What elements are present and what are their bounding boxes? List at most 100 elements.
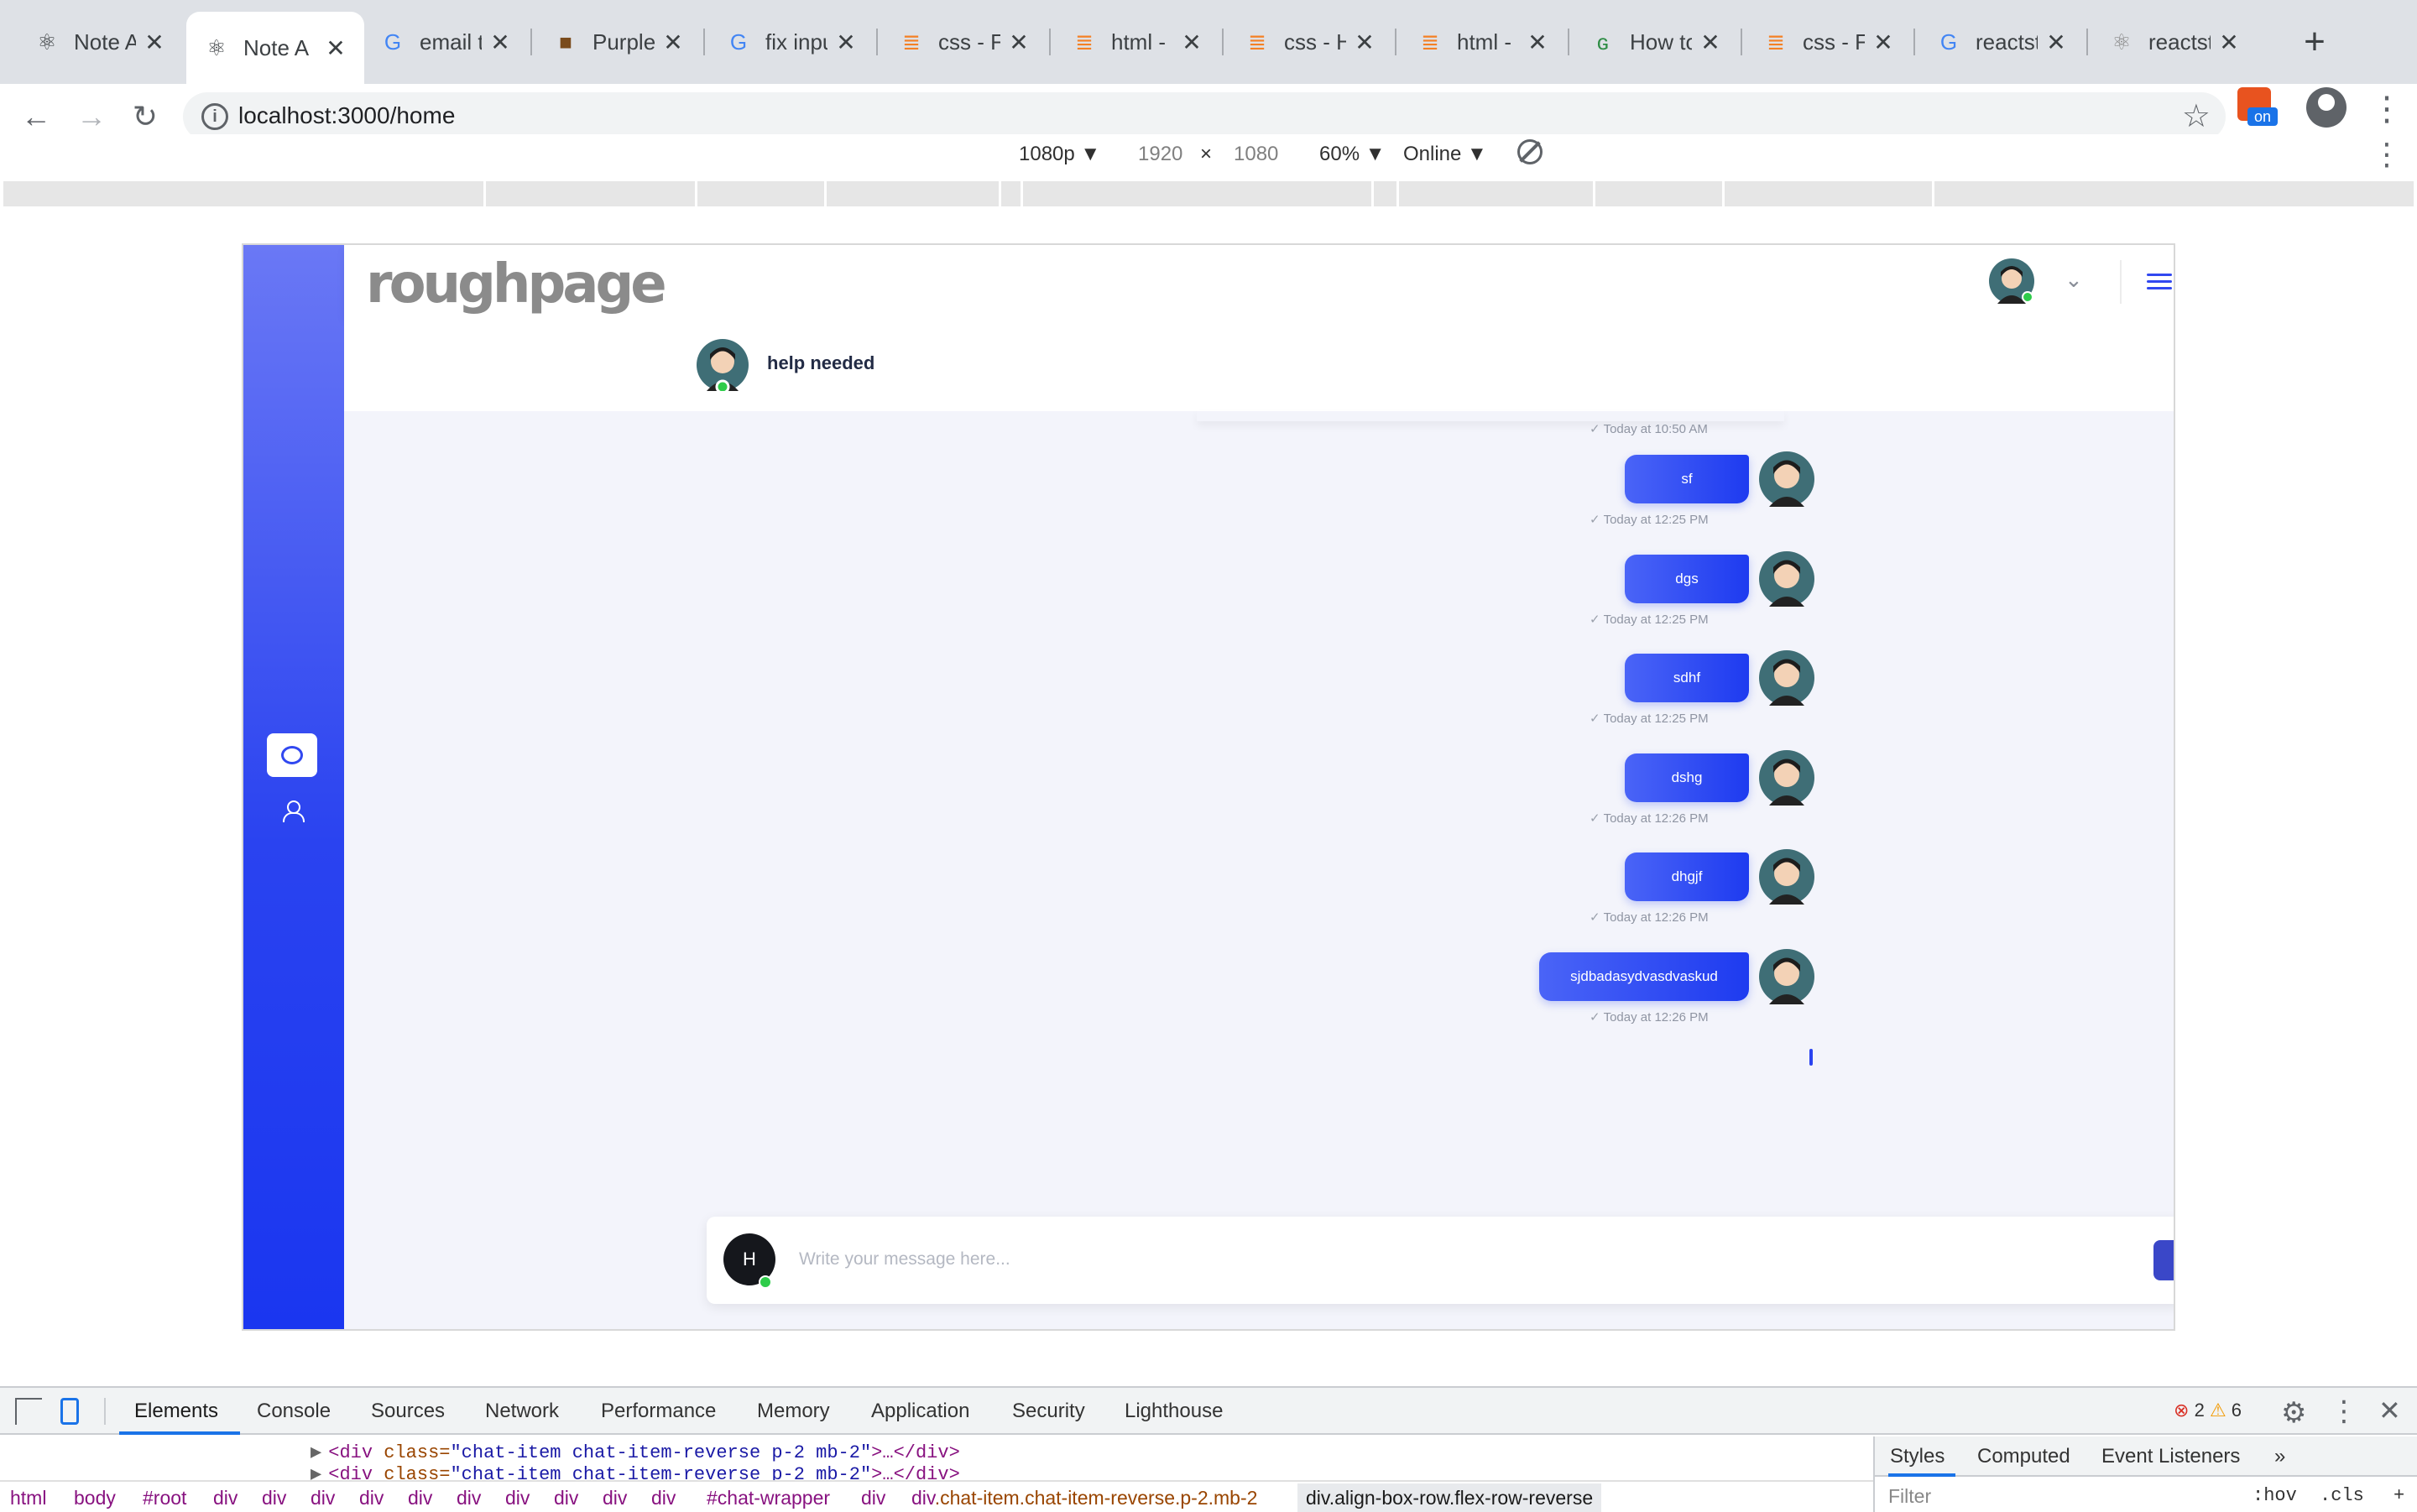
devtools-tab-network[interactable]: Network (485, 1400, 559, 1423)
browser-tab[interactable]: ≣ html - ✕ (1054, 12, 1220, 72)
device-height-input[interactable]: 1080 (1234, 143, 1278, 166)
network-throttle-select[interactable]: Online ▼ (1403, 143, 1487, 166)
device-zoom-select[interactable]: 60% ▼ (1319, 143, 1385, 166)
breadcrumb-item[interactable]: div (359, 1487, 384, 1509)
sidebar-profile-button[interactable] (267, 789, 317, 832)
message-bubble[interactable]: sdhf (1625, 654, 1749, 702)
breadcrumb-item[interactable]: div (262, 1487, 286, 1509)
devtools-tab-application[interactable]: Application (871, 1400, 969, 1423)
breadcrumb-item[interactable]: div (505, 1487, 530, 1509)
site-info-icon[interactable]: i (201, 103, 228, 130)
breadcrumb-item[interactable]: body (74, 1487, 116, 1509)
close-tab-icon[interactable]: ✕ (488, 29, 512, 56)
address-bar-url[interactable]: localhost:3000/home (238, 102, 455, 129)
new-tab-button[interactable]: + (2291, 18, 2338, 65)
message-avatar[interactable] (1759, 650, 1814, 706)
media-query-ruler[interactable] (3, 181, 2414, 206)
hamburger-menu-icon[interactable] (2147, 274, 2172, 290)
browser-tab[interactable]: Gfix inpu ✕ (708, 12, 874, 72)
close-tab-icon[interactable]: ✕ (324, 34, 347, 62)
tab-event-listeners[interactable]: Event Listeners (2101, 1445, 2240, 1468)
devtools-settings-gear-icon[interactable]: ⚙ (2281, 1396, 2306, 1430)
browser-tab[interactable]: ɢ How to ✕ (1573, 12, 1739, 72)
cls-toggle[interactable]: .cls (2320, 1485, 2364, 1506)
device-toolbar-menu-icon[interactable]: ⋮ (2372, 136, 2402, 173)
devtools-tab-security[interactable]: Security (1012, 1400, 1085, 1423)
devtools-close-icon[interactable]: ✕ (2378, 1395, 2401, 1426)
close-tab-icon[interactable]: ✕ (834, 29, 858, 56)
close-tab-icon[interactable]: ✕ (1353, 29, 1376, 56)
message-avatar[interactable] (1759, 750, 1814, 806)
message-bubble[interactable]: dshg (1625, 753, 1749, 802)
back-button[interactable]: ← (15, 96, 57, 138)
tab-computed[interactable]: Computed (1977, 1445, 2070, 1468)
dom-node[interactable]: ▶ <div class="chat-item chat-item-reverse… (311, 1442, 960, 1463)
close-tab-icon[interactable]: ✕ (1007, 29, 1031, 56)
message-bubble[interactable]: dhgjf (1625, 852, 1749, 901)
tab-styles[interactable]: Styles (1890, 1445, 1945, 1468)
devtools-tab-performance[interactable]: Performance (601, 1400, 716, 1423)
browser-tab[interactable]: Gemail to✕ (363, 12, 529, 72)
breadcrumb-item[interactable]: div (603, 1487, 627, 1509)
close-tab-icon[interactable]: ✕ (661, 29, 685, 56)
device-width-input[interactable]: 1920 (1138, 143, 1182, 166)
reload-button[interactable]: ↻ (124, 96, 166, 138)
user-menu-chevron-icon[interactable]: ⌄ (2065, 267, 2083, 293)
close-tab-icon[interactable]: ✕ (1526, 29, 1549, 56)
close-tab-icon[interactable]: ✕ (1699, 29, 1722, 56)
close-tab-icon[interactable]: ✕ (2044, 29, 2068, 56)
sidebar-chat-button[interactable] (267, 733, 317, 777)
profile-icon[interactable] (2306, 87, 2347, 128)
devtools-menu-icon[interactable]: ⋮ (2330, 1395, 2358, 1428)
more-tabs-icon[interactable]: » (2274, 1445, 2285, 1468)
breadcrumb-item[interactable]: #chat-wrapper (707, 1487, 830, 1509)
app-logo[interactable]: roughpage (366, 253, 667, 315)
browser-tab[interactable]: Greactst ✕ (1918, 12, 2085, 72)
breadcrumb-item[interactable]: div (213, 1487, 238, 1509)
message-bubble[interactable]: sf (1625, 455, 1749, 503)
hov-toggle[interactable]: :hov (2253, 1485, 2297, 1506)
rotate-icon[interactable] (1517, 139, 1543, 164)
close-tab-icon[interactable]: ✕ (1180, 29, 1203, 56)
message-avatar[interactable] (1759, 949, 1814, 1004)
breadcrumb-item[interactable]: div (651, 1487, 676, 1509)
message-bubble[interactable]: dgs (1625, 555, 1749, 603)
device-toggle-icon[interactable] (60, 1398, 79, 1425)
browser-menu-icon[interactable]: ⋮ (2370, 84, 2404, 134)
new-rule-plus-icon[interactable]: + (2394, 1485, 2404, 1506)
browser-tab[interactable]: ⚛ reactst ✕ (2091, 12, 2258, 72)
browser-tab[interactable]: ≣ css - F ✕ (881, 12, 1047, 72)
device-preset-select[interactable]: 1080p ▼ (1019, 143, 1100, 166)
message-input[interactable] (799, 1242, 2058, 1277)
bookmark-star-icon[interactable]: ☆ (2182, 97, 2211, 135)
inspect-element-icon[interactable] (15, 1398, 42, 1425)
breadcrumb-item[interactable]: div (554, 1487, 578, 1509)
browser-tab[interactable]: ≣ css - F ✕ (1746, 12, 1912, 72)
breadcrumb-item[interactable]: div (311, 1487, 335, 1509)
user-avatar[interactable] (1989, 258, 2034, 304)
browser-tab[interactable]: ≣ html - ✕ (1400, 12, 1566, 72)
close-tab-icon[interactable]: ✕ (1871, 29, 1895, 56)
browser-tab[interactable]: ⚛ Note A ✕ (186, 12, 364, 84)
close-tab-icon[interactable]: ✕ (2217, 29, 2241, 56)
breadcrumb-item[interactable]: div (408, 1487, 432, 1509)
contact-avatar[interactable] (697, 339, 749, 391)
chat-contact-name[interactable]: help needed (767, 352, 874, 374)
send-button[interactable] (2153, 1240, 2174, 1280)
console-issues-counter[interactable]: ⊗ 2 ⚠ 6 (2174, 1400, 2242, 1421)
message-avatar[interactable] (1759, 451, 1814, 507)
breadcrumb-item[interactable]: div (861, 1487, 885, 1509)
message-bubble[interactable]: sjdbadasydvasdvaskud (1539, 952, 1749, 1001)
browser-tab[interactable]: ⚛ Note A ✕ (17, 12, 183, 72)
browser-tab[interactable]: ≣ css - H ✕ (1227, 12, 1393, 72)
message-avatar[interactable] (1759, 849, 1814, 905)
dom-node[interactable]: ▶ <div class="chat-item chat-item-reverse… (311, 1463, 960, 1482)
browser-tab[interactable]: ■ Purple ✕ (535, 12, 702, 72)
close-tab-icon[interactable]: ✕ (143, 29, 166, 56)
breadcrumb-item[interactable]: div (457, 1487, 481, 1509)
devtools-tab-lighthouse[interactable]: Lighthouse (1125, 1400, 1223, 1423)
message-avatar[interactable] (1759, 551, 1814, 607)
devtools-tab-console[interactable]: Console (257, 1400, 331, 1423)
breadcrumb-selected-node[interactable]: div.chat-item.chat-item-reverse.p-2.mb-2 (911, 1487, 1257, 1509)
breadcrumb-current-node[interactable]: div.align-box-row.flex-row-reverse (1297, 1483, 1602, 1512)
